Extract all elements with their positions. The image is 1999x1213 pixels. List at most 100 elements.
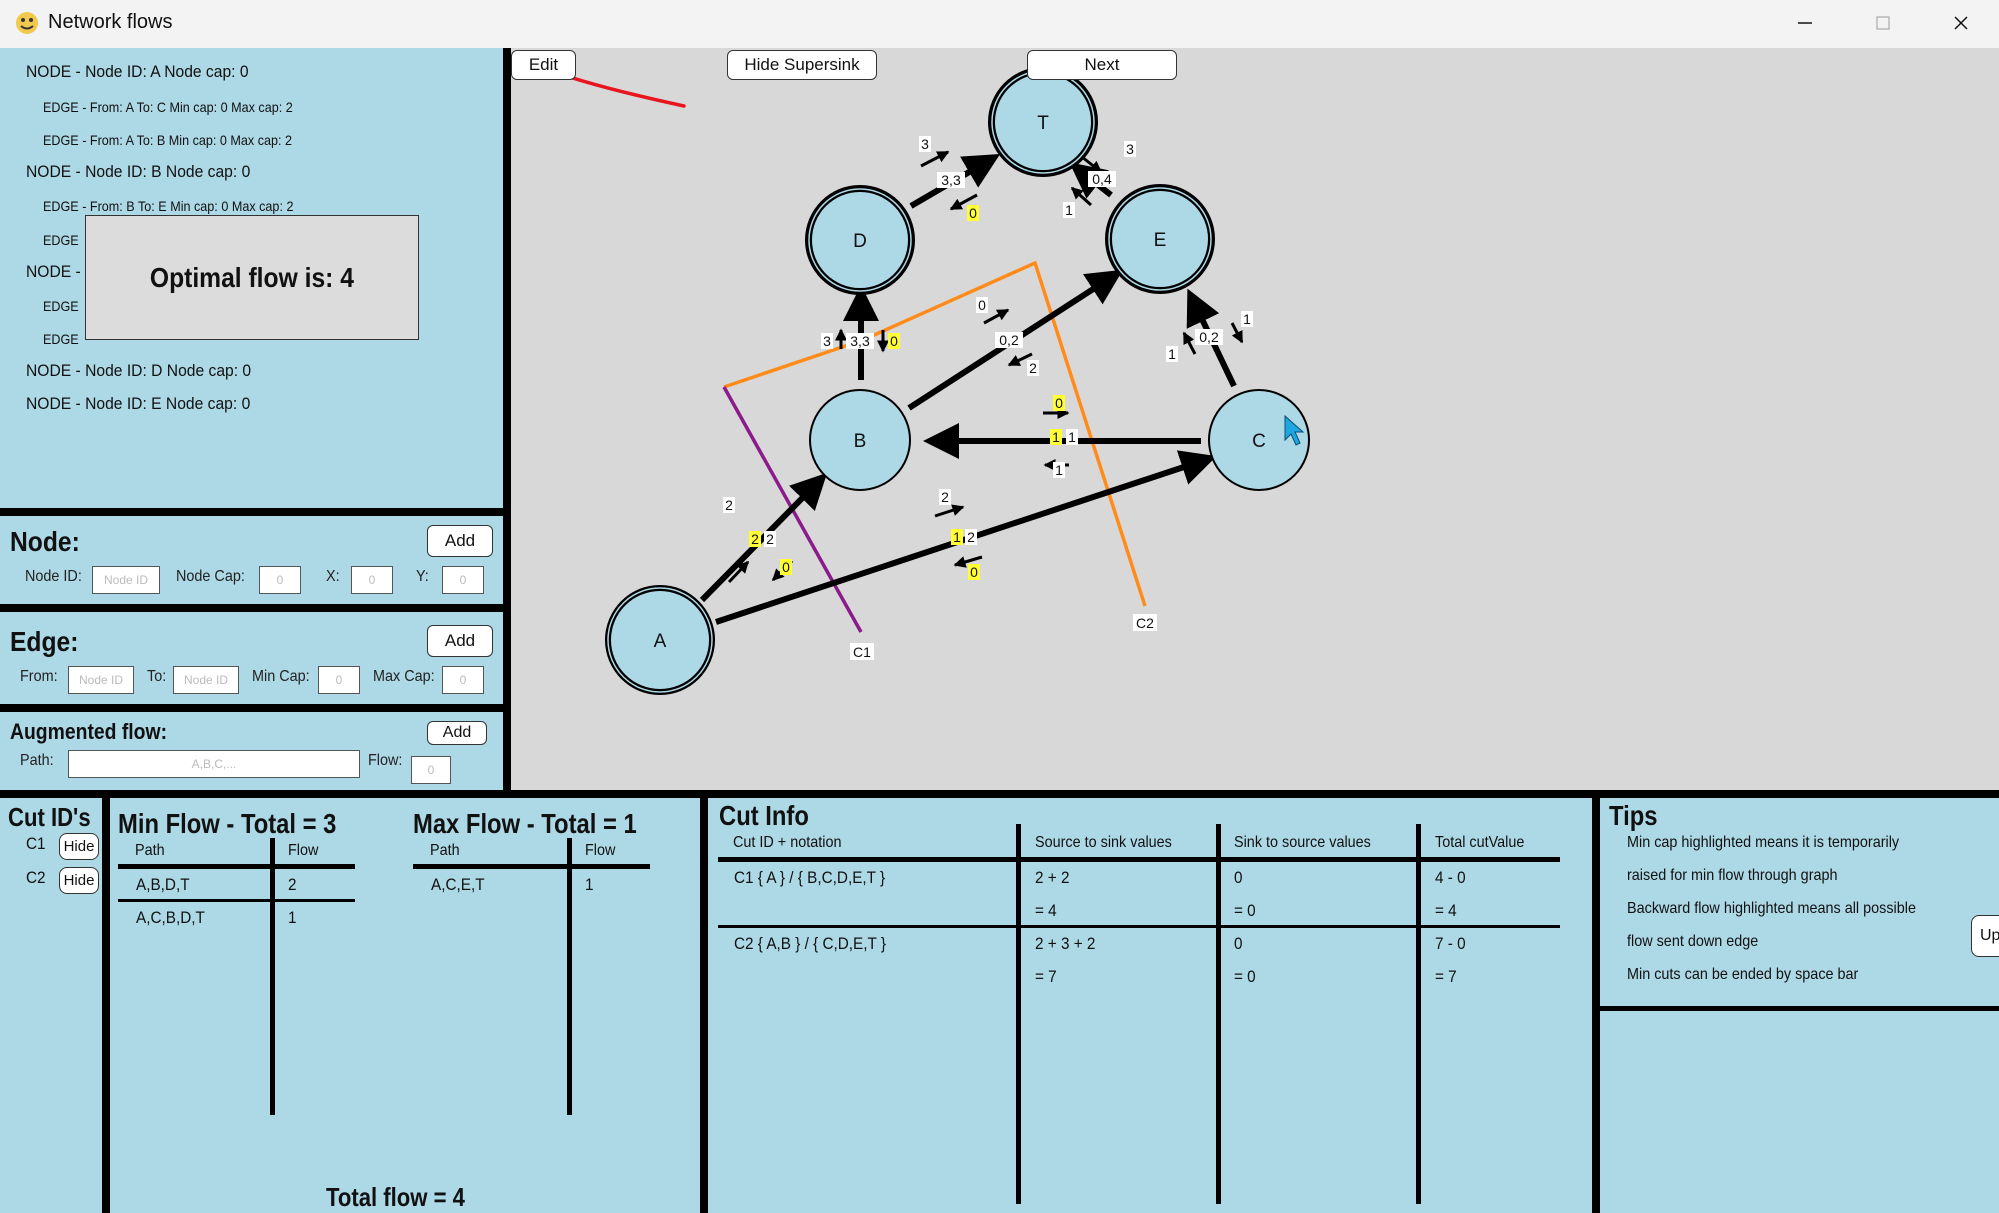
edge-flow-label: 2 — [751, 531, 759, 547]
from-input[interactable]: Node ID — [68, 666, 134, 694]
cut-info-header: Cut ID + notation — [733, 834, 842, 851]
max-flow-row-flow: 1 — [585, 875, 594, 894]
divider — [0, 508, 511, 516]
min-flow-row-flow: 1 — [288, 908, 297, 927]
edge-flow-label: 1 — [1243, 311, 1251, 327]
node-list-item: NODE - Node ID: D Node cap: 0 — [26, 361, 252, 380]
tips-panel: Tips Min cap highlighted means it is tem… — [1600, 798, 1999, 1213]
cut-info-cell: 2 + 2 — [1035, 868, 1070, 887]
edge-flow-label: 0,2 — [1199, 329, 1219, 345]
node-form-title: Node: — [10, 526, 80, 557]
node-id-label: Node ID: — [25, 568, 82, 585]
edge-flow-label: 2 — [941, 489, 949, 505]
cut-info-cell: 0 — [1234, 868, 1243, 887]
max-flow-flow-header: Flow — [585, 842, 616, 859]
node-list-item: NODE - Node ID: E Node cap: 0 — [26, 394, 251, 413]
min-flow-path-header: Path — [135, 842, 165, 859]
cut-info-cell: C1 { A } / { B,C,D,E,T } — [734, 868, 886, 887]
to-input[interactable]: Node ID — [173, 666, 239, 694]
minimize-icon — [1798, 22, 1812, 24]
edge-flow-label: 1 — [1052, 429, 1060, 445]
divider — [0, 704, 511, 712]
cut-info-cell: 7 - 0 — [1435, 934, 1466, 953]
edge-list-item: EDGE — [43, 331, 79, 347]
y-input[interactable]: 0 — [442, 566, 484, 594]
cut-ids-title: Cut ID's — [8, 802, 91, 832]
total-flow-text: Total flow = 4 — [326, 1182, 465, 1212]
cut-info-cell: = 4 — [1035, 901, 1057, 920]
edge-form: Edge: Add From: Node ID To: Node ID Min … — [0, 612, 503, 704]
cut-label-c2: C2 — [1136, 615, 1154, 631]
cut-info-header: Total cutValue — [1435, 834, 1525, 851]
cut-info-cell: = 4 — [1435, 901, 1457, 920]
edge-a-b[interactable] — [699, 472, 828, 603]
edge-flow-label: 2 — [725, 497, 733, 513]
divider — [102, 798, 110, 1213]
edge-a-c[interactable] — [715, 450, 1217, 625]
add-augmented-flow-button[interactable]: Add — [427, 721, 487, 745]
augmented-flow-form: Augmented flow: Add Path: A,B,C,... Flow… — [0, 712, 503, 790]
edge-flow-label: 2 — [766, 531, 774, 547]
hide-c1-button[interactable]: Hide — [59, 833, 99, 860]
flows-panel: Min Flow - Total = 3 Path Flow A,B,D,T 2… — [110, 798, 700, 1213]
cut-info-header: Source to sink values — [1035, 834, 1172, 851]
max-cap-input[interactable]: 0 — [442, 666, 484, 694]
cut-info-cell: = 7 — [1035, 967, 1057, 986]
edit-button[interactable]: Edit — [511, 50, 576, 80]
hide-supersink-button[interactable]: Hide Supersink — [727, 50, 877, 80]
tip-line: Backward flow highlighted means all poss… — [1627, 900, 1916, 917]
from-label: From: — [20, 668, 58, 685]
edge-flow-label: 0 — [978, 297, 986, 313]
minimize-button[interactable] — [1766, 0, 1844, 46]
edge-list-item: EDGE — [43, 298, 79, 314]
node-list-item: NODE - Node ID: B Node cap: 0 — [26, 162, 251, 181]
cut-info-cell: 4 - 0 — [1435, 868, 1466, 887]
max-flow-title: Max Flow - Total = 1 — [413, 808, 637, 839]
node-a[interactable]: A — [605, 585, 715, 695]
edge-flow-label: 3,3 — [941, 172, 961, 188]
optimal-flow-popup: Optimal flow is: 4 — [85, 215, 419, 340]
x-input[interactable]: 0 — [351, 566, 393, 594]
node-label: E — [1154, 230, 1167, 251]
up-button[interactable]: Up — [1971, 915, 1999, 957]
window-title: Network flows — [48, 11, 173, 33]
node-e[interactable]: E — [1105, 184, 1215, 294]
edge-flow-label: 0 — [1055, 395, 1063, 411]
node-cap-input[interactable]: 0 — [259, 566, 301, 594]
path-label: Path: — [20, 752, 54, 769]
path-input[interactable]: A,B,C,... — [68, 750, 360, 778]
edge-flow-label: 3 — [921, 136, 929, 152]
maximize-button[interactable] — [1844, 0, 1922, 46]
max-flow-path-header: Path — [430, 842, 460, 859]
node-id-input[interactable]: Node ID — [92, 566, 160, 594]
edge-flow-label: 2 — [967, 529, 975, 545]
tips-title: Tips — [1609, 800, 1658, 831]
cut-info-title: Cut Info — [719, 800, 809, 831]
add-node-button[interactable]: Add — [427, 525, 493, 557]
max-cap-label: Max Cap: — [373, 668, 435, 685]
hide-c2-button[interactable]: Hide — [59, 867, 99, 894]
cut-info-cell: 2 + 3 + 2 — [1035, 934, 1096, 953]
min-cap-input[interactable]: 0 — [318, 666, 360, 694]
edge-list-item: EDGE — [43, 232, 79, 248]
cut-id-c2-label: C2 — [26, 868, 46, 887]
python-app-icon — [16, 12, 38, 34]
tip-line: flow sent down edge — [1627, 933, 1759, 950]
max-flow-row-path: A,C,E,T — [431, 875, 485, 894]
maximize-icon — [1876, 16, 1890, 30]
node-b[interactable]: B — [809, 389, 911, 491]
flow-input[interactable]: 0 — [411, 756, 451, 784]
close-button[interactable] — [1922, 0, 1999, 46]
edge-list-item: EDGE - From: A To: B Min cap: 0 Max cap:… — [43, 132, 293, 148]
node-d[interactable]: D — [805, 185, 915, 295]
tip-line: Min cuts can be ended by space bar — [1627, 966, 1859, 983]
add-edge-button[interactable]: Add — [427, 625, 493, 657]
node-label: A — [654, 631, 667, 652]
next-button[interactable]: Next — [1027, 50, 1177, 80]
edge-flow-label: 0,2 — [999, 332, 1019, 348]
node-t[interactable]: T — [988, 67, 1098, 177]
cut-info-cell: = 7 — [1435, 967, 1457, 986]
graph-svg: T D E B C A 33,3030,413 3,3 000,2210,2101 1… — [541, 66, 1310, 695]
edge-flow-label: 3 — [823, 333, 831, 349]
graph-canvas[interactable]: T D E B C A 3 3,3 0 3 0,4 1 3 3,3 0 0 0,2 2 1 0,2 1 0 1 1… — [511, 48, 1999, 790]
